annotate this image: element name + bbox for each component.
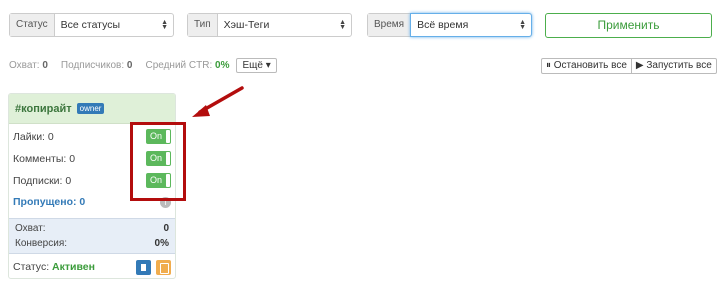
type-select[interactable]: Хэш-Теги ▲ ▼ <box>218 14 351 36</box>
reach-stat-label: Охват: <box>9 60 40 71</box>
card-title[interactable]: #копирайт <box>15 103 72 115</box>
annotation-arrow-icon <box>192 86 244 117</box>
card-status-value: Активен <box>52 261 95 273</box>
card-metrics: Охват: 0 Конверсия: 0% <box>9 218 175 254</box>
conversion-metric-row: Конверсия: 0% <box>15 236 169 251</box>
select-caret-icon: ▲ ▼ <box>161 19 168 31</box>
type-filter-label: Тип <box>188 14 218 36</box>
status-select-value: Все статусы <box>60 19 121 31</box>
reach-metric-label: Охват: <box>15 223 46 234</box>
comments-label: Комменты: 0 <box>13 153 76 165</box>
conversion-metric-label: Конверсия: <box>15 238 68 249</box>
status-filter-label: Статус <box>10 14 55 36</box>
status-select[interactable]: Все статусы ▲ ▼ <box>55 14 173 36</box>
stop-all-button[interactable]: ⏸ Остановить все <box>541 58 632 74</box>
ctr-stat: Средний CTR: 0% <box>145 60 229 71</box>
owner-badge: owner <box>76 103 105 114</box>
card-status-label: Статус: <box>13 261 50 273</box>
pause-icon[interactable] <box>136 260 151 275</box>
stats-bar: Охват: 0 Подписчиков: 0 Средний CTR: 0% … <box>9 58 277 73</box>
subscribers-stat-value: 0 <box>126 60 133 71</box>
follows-label: Подписки: 0 <box>13 175 72 187</box>
copy-icon[interactable] <box>156 260 171 275</box>
conversion-metric-value: 0% <box>154 238 169 249</box>
reach-stat: Охват: 0 <box>9 60 48 71</box>
select-caret-icon: ▲ ▼ <box>519 19 526 31</box>
card-status: Статус: Активен <box>13 261 95 273</box>
skipped-count[interactable]: Пропущено: 0 <box>13 196 85 208</box>
time-filter[interactable]: Время Всё время ▲ ▼ <box>367 13 532 37</box>
card-header: #копирайт owner <box>9 94 175 124</box>
type-select-value: Хэш-Теги <box>223 19 270 31</box>
status-filter[interactable]: Статус Все статусы ▲ ▼ <box>9 13 174 37</box>
annotation-highlight-box <box>130 122 186 201</box>
likes-label: Лайки: 0 <box>13 131 54 143</box>
subscribers-stat-label: Подписчиков: <box>60 60 125 71</box>
time-select[interactable]: Всё время ▲ ▼ <box>410 13 532 37</box>
subscribers-stat: Подписчиков: 0 <box>61 60 133 71</box>
ctr-stat-label: Средний CTR: <box>145 60 213 71</box>
reach-metric-value: 0 <box>163 223 169 234</box>
time-select-value: Всё время <box>417 19 469 31</box>
select-caret-icon: ▲ ▼ <box>339 19 346 31</box>
more-dropdown-button[interactable]: Ещё ▾ <box>236 58 277 73</box>
campaign-controls: ⏸ Остановить все ▶ Запустить все <box>541 58 717 74</box>
apply-button[interactable]: Применить <box>545 13 712 38</box>
reach-metric-row: Охват: 0 <box>15 221 169 236</box>
start-all-button[interactable]: ▶ Запустить все <box>631 58 717 74</box>
time-filter-label: Время <box>368 14 412 36</box>
ctr-stat-value: 0% <box>215 60 230 71</box>
reach-stat-value: 0 <box>42 60 48 71</box>
type-filter[interactable]: Тип Хэш-Теги ▲ ▼ <box>187 13 352 37</box>
